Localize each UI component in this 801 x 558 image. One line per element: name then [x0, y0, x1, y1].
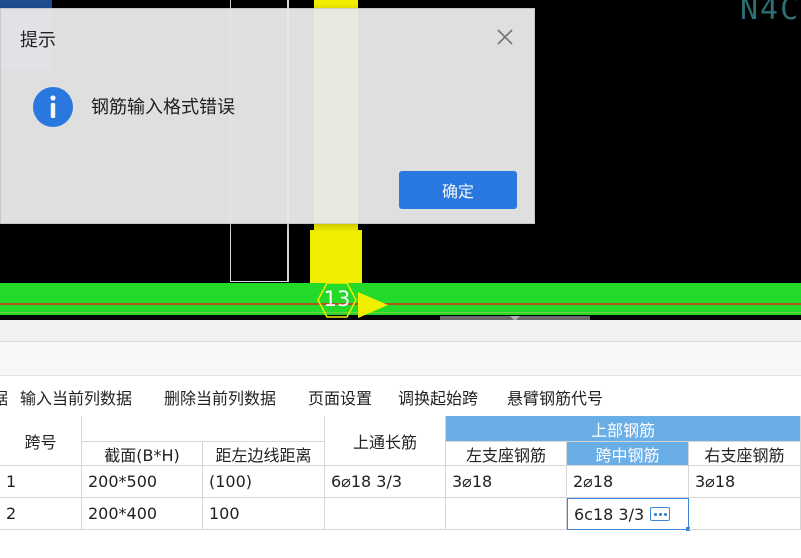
row1-mid-span[interactable]: 2⌀18: [567, 466, 689, 498]
row1-section[interactable]: 200*500: [82, 466, 203, 498]
ok-button[interactable]: 确定: [399, 171, 517, 209]
row1-right-support[interactable]: 3⌀18: [689, 466, 801, 498]
header-top-rebar-group[interactable]: 上部钢筋: [446, 416, 801, 442]
ellipsis-icon[interactable]: [650, 507, 671, 521]
cad-beam-centerline: [0, 303, 801, 305]
toolbar-cantilever-code[interactable]: 悬臂钢筋代号: [507, 385, 603, 409]
dialog-title: 提示: [20, 30, 56, 51]
toolbar-page-setup[interactable]: 页面设置: [308, 385, 372, 409]
row2-mid-span-editor[interactable]: 6c18 3/3: [567, 498, 689, 530]
info-icon: [33, 87, 73, 127]
header-top-through-rebar[interactable]: 上通长筋: [325, 416, 446, 466]
grid-toolbar: 据 输入当前列数据 删除当前列数据 页面设置 调换起始跨 悬臂钢筋代号: [0, 377, 801, 415]
row2-section[interactable]: 200*400: [82, 498, 203, 530]
message-dialog: 提示 钢筋输入格式错误 确定: [0, 8, 535, 224]
row2-right-support[interactable]: [689, 498, 801, 530]
row2-mid-span-value[interactable]: 6c18 3/3: [574, 505, 644, 524]
toolbar-input-column[interactable]: 输入当前列数据: [20, 385, 132, 409]
header-blank-top: [82, 416, 325, 442]
row2-top-through[interactable]: [325, 498, 446, 530]
header-section[interactable]: 截面(B*H): [82, 442, 203, 466]
cad-beam: [0, 283, 801, 315]
dialog-message: 钢筋输入格式错误: [91, 97, 235, 118]
row2-span-no[interactable]: 2: [0, 498, 82, 530]
row1-left-support[interactable]: 3⌀18: [446, 466, 567, 498]
toolbar-delete-column[interactable]: 删除当前列数据: [164, 385, 276, 409]
header-mid-span[interactable]: 跨中钢筋: [567, 442, 689, 466]
rebar-input-grid: 跨号 上通长筋 上部钢筋 截面(B*H) 距左边线距离 左支座钢筋 跨中钢筋 右…: [0, 416, 801, 558]
toolbar-item-cut[interactable]: 据: [0, 385, 8, 409]
axis-marker-label: 13: [323, 287, 351, 311]
header-dist-left[interactable]: 距左边线距离: [203, 442, 325, 466]
toolbar-swap-start-span[interactable]: 调换起始跨: [398, 385, 478, 409]
header-left-support[interactable]: 左支座钢筋: [446, 442, 567, 466]
row2-dist-left[interactable]: 100: [203, 498, 325, 530]
row1-dist-left[interactable]: (100): [203, 466, 325, 498]
panel-blank-strip: [0, 342, 801, 376]
cad-corner-label: N4C: [740, 0, 801, 27]
cad-beam-edgeline: [0, 312, 801, 313]
cad-direction-arrow: [358, 292, 388, 318]
close-icon[interactable]: [493, 25, 517, 49]
row1-span-no[interactable]: 1: [0, 466, 82, 498]
row1-top-through[interactable]: 6⌀18 3/3: [325, 466, 446, 498]
header-span-no[interactable]: 跨号: [0, 416, 82, 466]
row2-left-support[interactable]: [446, 498, 567, 530]
header-right-support[interactable]: 右支座钢筋: [689, 442, 801, 466]
panel-header-strip: [0, 320, 801, 342]
